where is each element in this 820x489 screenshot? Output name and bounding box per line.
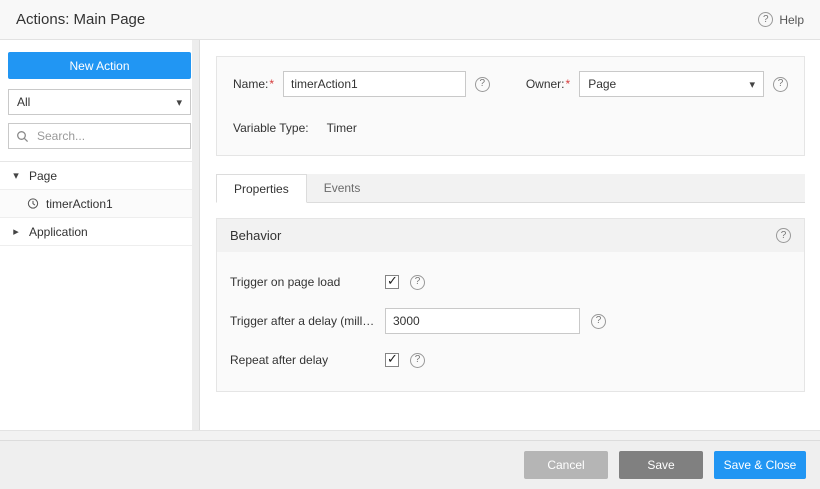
- trigger-on-page-load-row: Trigger on page load: [230, 269, 791, 295]
- help-button[interactable]: Help: [758, 12, 804, 27]
- new-action-button[interactable]: New Action: [8, 52, 191, 79]
- trigger-delay-input[interactable]: [385, 308, 580, 334]
- sidebar-scrollbar[interactable]: [192, 40, 199, 430]
- tree-item-application[interactable]: Application: [0, 218, 199, 246]
- repeat-after-delay-label: Repeat after delay: [230, 353, 329, 367]
- tree-item-timer-action[interactable]: timerAction1: [0, 190, 199, 218]
- actions-tree: Page timerAction1 Application: [0, 161, 199, 246]
- owner-label: Owner:*: [525, 77, 571, 91]
- chevron-down-icon: [176, 95, 182, 109]
- required-marker: *: [565, 77, 571, 91]
- trigger-delay-help-icon[interactable]: [591, 313, 606, 329]
- horizontal-scrollbar[interactable]: [0, 430, 820, 440]
- behavior-section: Behavior Trigger on page load Trigger af…: [216, 218, 805, 392]
- search-box: [8, 123, 191, 149]
- repeat-after-delay-help-icon[interactable]: [410, 352, 425, 368]
- behavior-section-body: Trigger on page load Trigger after a del…: [217, 252, 804, 391]
- name-label: Name:*: [233, 77, 275, 91]
- variable-type-label: Variable Type:: [233, 121, 309, 135]
- owner-help-icon[interactable]: [773, 76, 788, 92]
- chevron-down-icon: [749, 77, 755, 91]
- owner-dropdown[interactable]: Page: [579, 71, 764, 97]
- caret-down-icon: [10, 169, 22, 182]
- tab-properties[interactable]: Properties: [216, 174, 307, 203]
- filter-dropdown[interactable]: All: [8, 89, 191, 115]
- name-input[interactable]: [283, 71, 466, 97]
- filter-dropdown-value: All: [17, 95, 31, 109]
- search-icon: [16, 130, 29, 143]
- action-detail-panel: Name:* Owner:* Page Variable Type: Timer: [200, 40, 820, 440]
- cancel-button[interactable]: Cancel: [524, 451, 608, 479]
- tree-item-label: timerAction1: [46, 196, 113, 211]
- page-title: Actions: Main Page: [16, 11, 146, 28]
- behavior-section-header: Behavior: [217, 219, 804, 252]
- trigger-on-page-load-help-icon[interactable]: [410, 274, 425, 290]
- detail-tabs: Properties Events: [216, 174, 805, 203]
- repeat-after-delay-checkbox[interactable]: [385, 351, 399, 367]
- timer-icon: [27, 197, 39, 210]
- tab-events[interactable]: Events: [307, 174, 378, 202]
- name-help-icon[interactable]: [474, 76, 490, 92]
- actions-sidebar: New Action All Page: [0, 40, 200, 440]
- owner-dropdown-value: Page: [588, 77, 617, 91]
- help-icon: [758, 12, 774, 27]
- required-marker: *: [269, 77, 275, 91]
- trigger-delay-label: Trigger after a delay (millisec…: [230, 314, 375, 328]
- variable-type-value: Timer: [326, 121, 357, 135]
- tree-item-label: Application: [29, 224, 88, 239]
- trigger-on-page-load-label: Trigger on page load: [230, 275, 341, 289]
- trigger-delay-row: Trigger after a delay (millisec…: [230, 308, 791, 334]
- save-and-close-button[interactable]: Save & Close: [714, 451, 806, 479]
- repeat-after-delay-row: Repeat after delay: [230, 347, 791, 373]
- trigger-on-page-load-checkbox[interactable]: [385, 273, 399, 289]
- behavior-help-icon[interactable]: [776, 228, 791, 243]
- behavior-title: Behavior: [230, 228, 282, 243]
- caret-right-icon: [10, 225, 22, 238]
- tree-item-page[interactable]: Page: [0, 162, 199, 190]
- save-button[interactable]: Save: [619, 451, 703, 479]
- tree-item-label: Page: [29, 168, 58, 183]
- search-input[interactable]: [35, 128, 183, 144]
- header-bar: Actions: Main Page Help: [0, 0, 820, 40]
- action-header-form: Name:* Owner:* Page Variable Type: Timer: [216, 56, 805, 156]
- footer-bar: Cancel Save Save & Close: [0, 440, 820, 489]
- actions-editor-window: Actions: Main Page Help New Action All: [0, 0, 820, 489]
- content-area: New Action All Page: [0, 40, 820, 440]
- help-label: Help: [779, 12, 804, 27]
